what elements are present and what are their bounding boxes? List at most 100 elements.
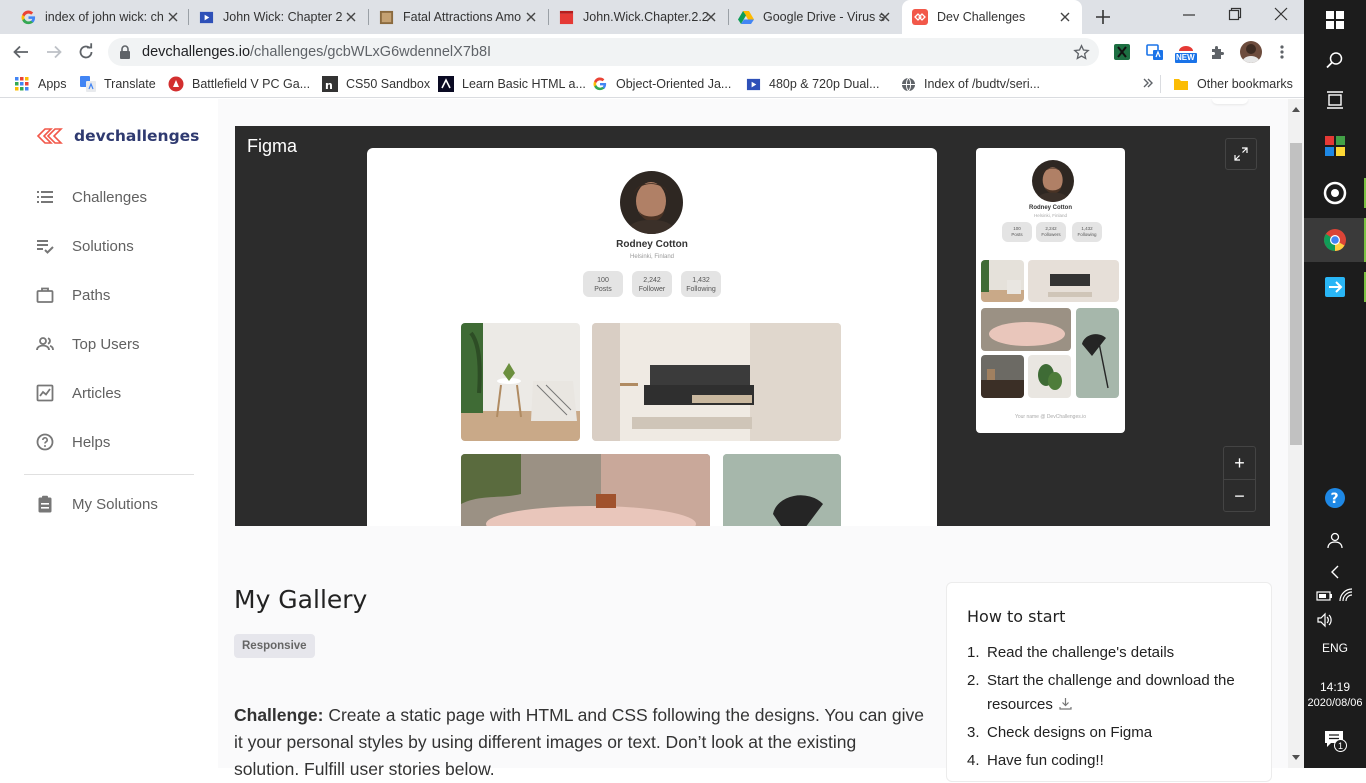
task-view-icon[interactable] — [1304, 86, 1366, 114]
zoom-out-button[interactable]: − — [1224, 480, 1255, 512]
step-number: 4. — [967, 752, 980, 769]
description-label: Challenge: — [234, 705, 324, 725]
step-item[interactable]: 2. Start the challenge and download the r… — [967, 669, 1257, 717]
restore-icon[interactable] — [1228, 7, 1242, 21]
zoom-in-button[interactable]: + — [1224, 447, 1255, 479]
app-blue-icon[interactable] — [1304, 272, 1366, 302]
close-tab-icon[interactable] — [166, 10, 180, 24]
step-text: Read the challenge's details — [987, 644, 1175, 661]
extensions-puzzle-icon[interactable] — [1210, 44, 1226, 60]
sidebar-item-top-users[interactable]: Top Users — [36, 335, 140, 353]
kebab-menu-icon[interactable] — [1274, 44, 1290, 60]
gallery-photo-bathtub — [981, 308, 1071, 351]
bookmark-translate[interactable]: Translate — [80, 76, 156, 92]
figma-mobile-frame[interactable]: Rodney Cotton Helsinki, Finland 100 Posts… — [976, 148, 1125, 433]
sidebar-item-challenges[interactable]: Challenges — [36, 188, 147, 206]
globe-icon — [900, 76, 916, 92]
sidebar-item-my-solutions[interactable]: My Solutions — [36, 495, 158, 513]
page-scrollbar[interactable] — [1288, 99, 1304, 768]
bookmark-apps[interactable]: Apps — [14, 76, 67, 92]
bookmark-cs50[interactable]: n CS50 Sandbox — [322, 76, 430, 92]
reload-icon[interactable] — [77, 43, 95, 61]
chevron-double-right-icon[interactable] — [1142, 77, 1154, 89]
bookmark-other[interactable]: Other bookmarks — [1173, 76, 1293, 92]
battery-icon[interactable] — [1316, 590, 1334, 602]
url-text[interactable]: devchallenges.io/challenges/gcbWLxG6wden… — [142, 44, 491, 60]
url-path: /challenges/gcbWLxG6wdennelX7b8I — [250, 44, 492, 60]
excel-extension-icon[interactable] — [1113, 43, 1131, 61]
close-tab-icon[interactable] — [704, 10, 718, 24]
apps-grid-icon — [14, 76, 30, 92]
bookmark-learn-html[interactable]: Learn Basic HTML a... — [438, 76, 586, 92]
tab-title: Dev Challenges — [937, 10, 1026, 24]
stat-label: Followers — [1041, 232, 1061, 237]
sidebar-item-label: My Solutions — [72, 495, 158, 513]
page-title: My Gallery — [234, 585, 368, 614]
bookmark-480p[interactable]: 480p & 720p Dual... — [745, 76, 880, 92]
search-icon[interactable] — [1304, 46, 1366, 74]
bookmark-label: Apps — [38, 77, 67, 91]
new-badge-label: NEW — [1176, 53, 1195, 62]
volume-icon[interactable] — [1316, 612, 1334, 628]
chevron-left-icon[interactable] — [1304, 560, 1366, 584]
bookmark-label: Index of /budtv/seri... — [924, 77, 1041, 91]
tag-badge: Responsive — [234, 634, 315, 658]
clock-date[interactable]: 2020/08/06 — [1304, 697, 1366, 709]
people-icon[interactable] — [1304, 527, 1366, 553]
close-tab-icon[interactable] — [344, 10, 358, 24]
scroll-up-arrow-icon[interactable] — [1292, 106, 1300, 112]
bookmark-battlefield[interactable]: Battlefield V PC Ga... — [168, 76, 310, 92]
bookmark-oop-java[interactable]: Object-Oriented Ja... — [592, 76, 731, 92]
sidebar-item-label: Challenges — [72, 188, 148, 206]
colorful-app-icon[interactable] — [1304, 132, 1366, 160]
tab-5[interactable]: Google Drive - Virus s — [728, 0, 902, 34]
notification-count: 1 — [1334, 739, 1347, 752]
new-badge-extension-icon[interactable]: NEW — [1173, 42, 1199, 64]
book-cover-icon — [378, 9, 394, 25]
devchallenges-logo[interactable]: devchallenges — [36, 127, 199, 145]
logo-text: devchallenges — [74, 127, 200, 145]
windows-start-icon[interactable] — [1304, 6, 1366, 34]
profile-avatar[interactable] — [1240, 41, 1262, 63]
tab-4[interactable]: John.Wick.Chapter.2.2 — [548, 0, 728, 34]
translate-extension-icon[interactable] — [1146, 43, 1164, 61]
download-icon[interactable] — [1059, 697, 1072, 710]
chrome-taskbar-icon[interactable] — [1304, 218, 1366, 262]
figma-embed[interactable]: Figma Rodney Cotton Helsinki, Finland 10… — [235, 126, 1270, 526]
app-circle-icon[interactable] — [1304, 176, 1366, 210]
new-tab-icon[interactable] — [1094, 8, 1112, 26]
bookmark-star-icon[interactable] — [1073, 44, 1090, 61]
help-tray-icon[interactable]: ? — [1304, 484, 1366, 512]
sidebar-item-helps[interactable]: Helps — [36, 433, 110, 451]
forward-arrow-icon[interactable] — [45, 43, 63, 61]
clock-time[interactable]: 14:19 — [1304, 680, 1366, 694]
minimize-icon[interactable] — [1182, 8, 1196, 22]
scroll-down-arrow-icon[interactable] — [1292, 755, 1300, 761]
close-window-icon[interactable] — [1274, 7, 1288, 21]
lock-icon[interactable] — [119, 45, 131, 59]
back-arrow-icon[interactable] — [12, 43, 30, 61]
gallery-photo-bathtub — [461, 454, 710, 526]
stat-label: Following — [686, 286, 716, 293]
scrollbar-thumb[interactable] — [1290, 143, 1302, 445]
bookmark-label: Learn Basic HTML a... — [462, 77, 586, 91]
close-tab-icon[interactable] — [878, 10, 892, 24]
tab-3[interactable]: Fatal Attractions Amo — [368, 0, 548, 34]
sidebar-item-articles[interactable]: Articles — [36, 384, 121, 402]
bookmark-divider — [1160, 75, 1161, 93]
tab-1[interactable]: index of john wick: ch — [10, 0, 190, 34]
close-tab-icon[interactable] — [1058, 10, 1072, 24]
close-tab-icon[interactable] — [524, 10, 538, 24]
sidebar-item-paths[interactable]: Paths — [36, 286, 110, 304]
wifi-icon[interactable] — [1338, 587, 1354, 603]
bookmark-index-budtv[interactable]: Index of /budtv/seri... — [900, 76, 1040, 92]
profile-location: Helsinki, Finland — [1033, 213, 1067, 218]
fullscreen-button[interactable] — [1225, 138, 1257, 170]
tab-2[interactable]: John Wick: Chapter 2 — [188, 0, 368, 34]
language-indicator[interactable]: ENG — [1304, 641, 1366, 655]
sidebar-item-solutions[interactable]: Solutions — [36, 237, 134, 255]
tab-6-active[interactable]: Dev Challenges — [902, 0, 1082, 34]
figma-desktop-frame[interactable]: Rodney Cotton Helsinki, Finland 100 Posts… — [367, 148, 937, 526]
notification-center-icon[interactable]: 1 — [1324, 730, 1348, 754]
devchallenges-icon — [912, 9, 928, 25]
